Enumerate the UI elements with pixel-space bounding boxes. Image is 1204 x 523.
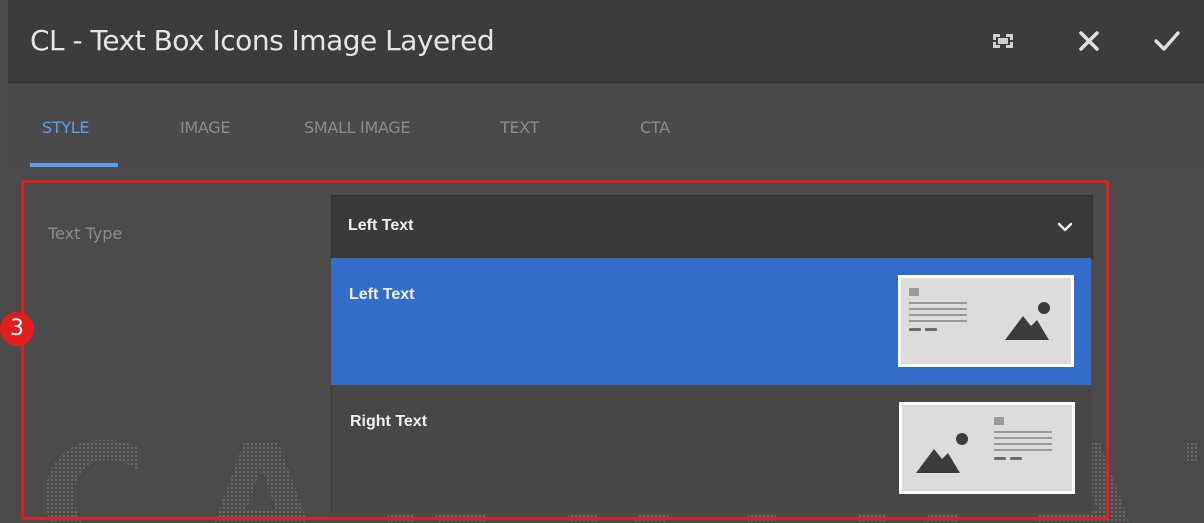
tab-text[interactable]: TEXT [500,118,539,137]
checkmark-icon[interactable] [1150,24,1184,58]
tab-style[interactable]: STYLE [42,118,90,137]
tab-cta[interactable]: CTA [640,118,670,137]
close-icon[interactable] [1072,24,1106,58]
tab-bar: STYLE IMAGE SMALL IMAGE TEXT CTA [8,83,1204,167]
annotation-highlight-box [21,180,1109,520]
fullscreen-icon[interactable] [986,24,1020,58]
tab-image[interactable]: IMAGE [180,118,231,137]
step-number-badge: 3 [0,312,34,346]
tab-small-image[interactable]: SMALL IMAGE [304,118,411,137]
dialog-title: CL - Text Box Icons Image Layered [30,24,495,57]
active-tab-indicator [30,163,118,167]
dialog: CL - Text Box Icons Image Layered STYLE … [8,0,1204,523]
dialog-titlebar: CL - Text Box Icons Image Layered [8,0,1204,83]
